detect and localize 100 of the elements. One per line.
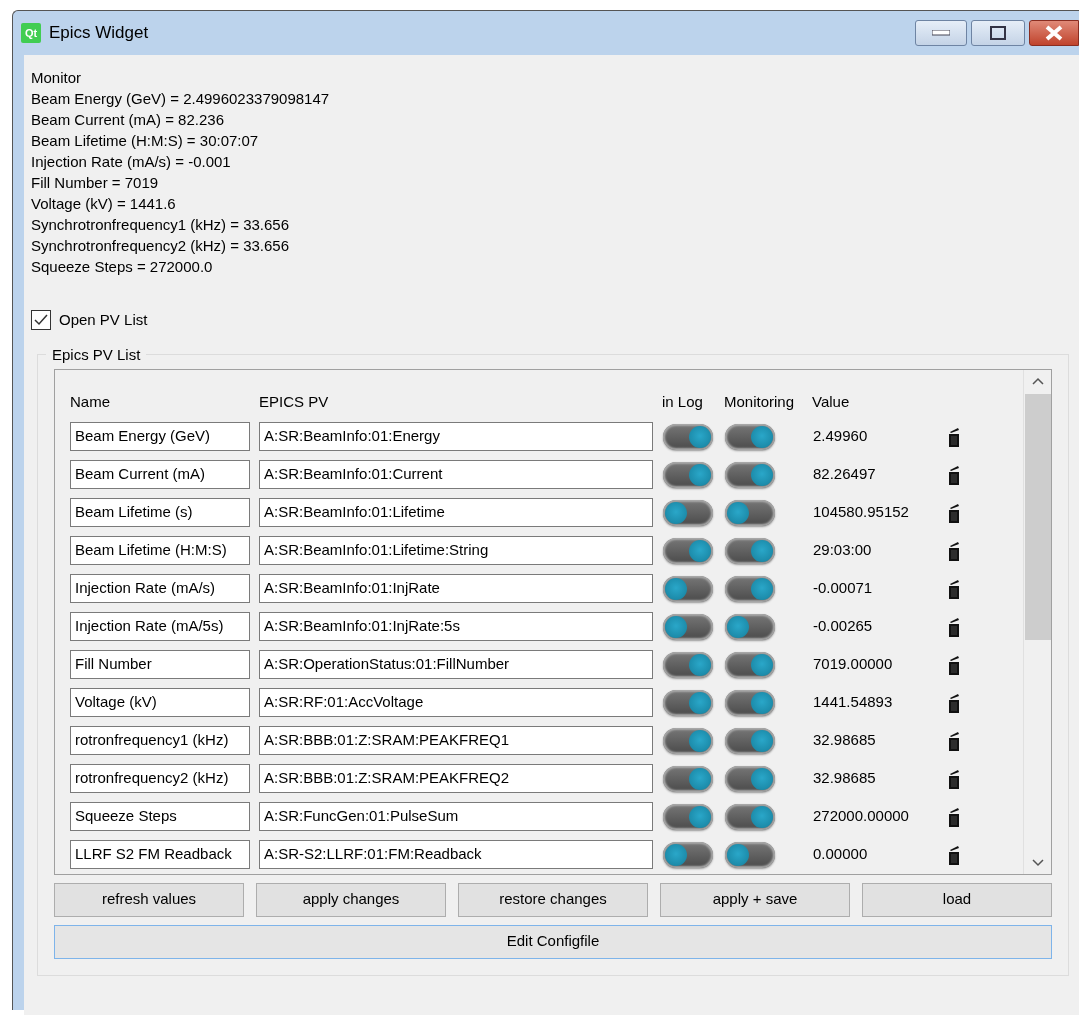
value-text: -0.00071 [813,579,873,597]
trash-icon[interactable] [947,616,961,637]
pv-field[interactable]: A:SR:BeamInfo:01:InjRate:5s [259,612,653,641]
value-text: 82.26497 [813,465,876,483]
monitor-heading: Monitor [31,68,83,88]
trash-icon[interactable] [947,730,961,751]
monitor-reading: Squeeze Steps = 272000.0 [31,257,214,277]
name-field[interactable]: Fill Number [70,650,250,679]
pv-field[interactable]: A:SR-S2:LLRF:01:FM:Readback [259,840,653,869]
value-text: 7019.00000 [813,655,893,673]
action-button[interactable]: apply changes [256,882,446,917]
pv-field[interactable]: A:SR:BBB:01:Z:SRAM:PEAKFREQ2 [259,764,653,793]
pv-field[interactable]: A:SR:BeamInfo:01:InjRate [259,574,653,603]
app-logo: Qt [21,23,41,43]
column-header: Value [812,393,850,411]
column-header: EPICS PV [259,393,329,411]
toggle-switch[interactable] [663,613,713,640]
action-button[interactable]: load [862,882,1052,917]
monitor-reading: Voltage (kV) = 1441.6 [31,194,177,214]
toggle-switch[interactable] [725,575,775,602]
toggle-switch[interactable] [663,499,713,526]
toggle-switch[interactable] [663,575,713,602]
pv-field[interactable]: A:SR:BeamInfo:01:Lifetime [259,498,653,527]
toggle-switch[interactable] [663,803,713,830]
name-field[interactable]: Voltage (kV) [70,688,250,717]
value-text: -0.00265 [813,617,873,635]
toggle-switch[interactable] [663,537,713,564]
name-field[interactable]: rotronfrequency2 (kHz) [70,764,250,793]
edit-configfile-button[interactable]: Edit Configfile [54,924,1052,959]
trash-icon[interactable] [947,692,961,713]
toggle-switch[interactable] [663,765,713,792]
name-field[interactable]: Injection Rate (mA/s) [70,574,250,603]
trash-icon[interactable] [947,540,961,561]
value-text: 32.98685 [813,731,876,749]
toggle-switch[interactable] [725,613,775,640]
trash-icon[interactable] [947,768,961,789]
close-button[interactable] [1029,20,1079,46]
action-button[interactable]: apply + save [660,882,850,917]
toggle-switch[interactable] [725,765,775,792]
action-button[interactable]: refresh values [54,882,244,917]
action-button[interactable]: restore changes [458,882,648,917]
monitor-reading: Synchrotronfrequency1 (kHz) = 33.656 [31,215,291,235]
checkbox-label: Open PV List [59,310,148,330]
scrollbar-thumb[interactable] [1024,393,1051,640]
toggle-switch[interactable] [725,423,775,450]
name-field[interactable]: Beam Lifetime (s) [70,498,250,527]
trash-icon[interactable] [947,844,961,865]
toggle-switch[interactable] [725,461,775,488]
minimize-icon [932,30,950,36]
monitor-reading: Beam Lifetime (H:M:S) = 30:07:07 [31,131,260,151]
toggle-switch[interactable] [725,841,775,868]
name-field[interactable]: Beam Energy (GeV) [70,422,250,451]
value-text: 104580.95152 [813,503,909,521]
name-field[interactable]: Squeeze Steps [70,802,250,831]
minimize-button[interactable] [915,20,967,46]
maximize-icon [990,26,1006,40]
toggle-switch[interactable] [663,689,713,716]
toggle-switch[interactable] [725,803,775,830]
maximize-button[interactable] [971,20,1025,46]
trash-icon[interactable] [947,464,961,485]
value-text: 272000.00000 [813,807,909,825]
toggle-switch[interactable] [663,461,713,488]
monitor-reading: Synchrotronfrequency2 (kHz) = 33.656 [31,236,291,256]
value-text: 32.98685 [813,769,876,787]
pv-field[interactable]: A:SR:BeamInfo:01:Energy [259,422,653,451]
name-field[interactable]: rotronfrequency1 (kHz) [70,726,250,755]
trash-icon[interactable] [947,502,961,523]
pv-field[interactable]: A:SR:BeamInfo:01:Lifetime:String [259,536,653,565]
monitor-reading: Injection Rate (mA/s) = -0.001 [31,152,232,172]
column-header: Monitoring [724,393,795,411]
toggle-switch[interactable] [725,499,775,526]
pv-field[interactable]: A:SR:BeamInfo:01:Current [259,460,653,489]
value-text: 1441.54893 [813,693,893,711]
pv-field[interactable]: A:SR:FuncGen:01:PulseSum [259,802,653,831]
toggle-switch[interactable] [663,841,713,868]
checkbox[interactable] [31,310,51,331]
trash-icon[interactable] [947,654,961,675]
toggle-switch[interactable] [663,423,713,450]
value-text: 0.00000 [813,845,868,863]
name-field[interactable]: Beam Current (mA) [70,460,250,489]
pv-field[interactable]: A:SR:BBB:01:Z:SRAM:PEAKFREQ1 [259,726,653,755]
pv-field[interactable]: A:SR:OperationStatus:01:FillNumber [259,650,653,679]
name-field[interactable]: Beam Lifetime (H:M:S) [70,536,250,565]
name-field[interactable]: LLRF S2 FM Readback [70,840,250,869]
name-field[interactable]: Injection Rate (mA/5s) [70,612,250,641]
trash-icon[interactable] [947,578,961,599]
trash-icon[interactable] [947,806,961,827]
pv-field[interactable]: A:SR:RF:01:AccVoltage [259,688,653,717]
monitor-reading: Beam Current (mA) = 82.236 [31,110,225,130]
column-header: in Log [662,393,703,411]
close-icon [1044,25,1064,41]
toggle-switch[interactable] [725,689,775,716]
toggle-switch[interactable] [725,651,775,678]
scrollbar[interactable] [1023,369,1051,874]
monitor-reading: Beam Energy (GeV) = 2.4996023379098147 [31,89,331,109]
toggle-switch[interactable] [663,727,713,754]
toggle-switch[interactable] [663,651,713,678]
toggle-switch[interactable] [725,537,775,564]
trash-icon[interactable] [947,426,961,447]
toggle-switch[interactable] [725,727,775,754]
